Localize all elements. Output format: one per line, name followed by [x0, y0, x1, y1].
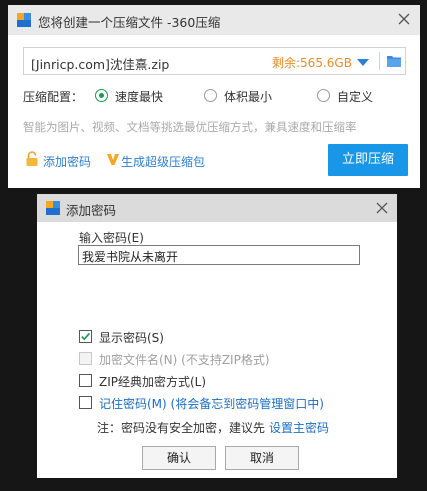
add-password-dialog: 添加密码 输入密码(E) 我爱书院从未离开 显示密码(S) 加密文件名(N) (…: [37, 194, 397, 478]
radio-custom[interactable]: [317, 89, 330, 102]
show-password-checkbox[interactable]: [79, 330, 92, 343]
radio-smallest-label[interactable]: 体积最小: [224, 88, 272, 105]
show-password-label[interactable]: 显示密码(S): [99, 329, 164, 346]
app-logo-icon: [17, 13, 31, 27]
compress-window: 您将创建一个压缩文件 -360压缩 [Jinricp.com]沈佳熹.zip 剩…: [8, 5, 420, 188]
app-logo-icon: [46, 201, 60, 215]
password-input[interactable]: 我爱书院从未离开: [78, 245, 360, 265]
cancel-button[interactable]: 取消: [225, 446, 299, 470]
ok-button[interactable]: 确认: [142, 446, 216, 470]
encrypt-filenames-label[interactable]: 加密文件名(N) (不支持ZIP格式): [99, 351, 270, 368]
security-note: 注：密码没有安全加密，建议先: [97, 421, 266, 435]
add-password-link[interactable]: 添加密码: [43, 153, 91, 170]
folder-icon[interactable]: [386, 54, 402, 68]
remember-password-checkbox[interactable]: [79, 396, 92, 409]
vip-icon: [106, 152, 120, 166]
config-label: 压缩配置：: [23, 90, 84, 104]
generate-super-archive-link[interactable]: 生成超级压缩包: [121, 153, 205, 170]
zip-classic-encryption-checkbox[interactable]: [79, 374, 92, 387]
radio-smallest[interactable]: [204, 89, 217, 102]
compress-now-button[interactable]: 立即压缩: [328, 144, 408, 176]
title-bar: 您将创建一个压缩文件 -360压缩: [8, 5, 420, 35]
dialog-title-bar: 添加密码: [37, 194, 397, 222]
set-master-password-link[interactable]: 设置主密码: [269, 419, 329, 436]
password-value: 我爱书院从未离开: [82, 250, 179, 264]
window-title: 您将创建一个压缩文件 -360压缩: [38, 15, 221, 30]
output-path-field[interactable]: [Jinricp.com]沈佳熹.zip 剩余:565.6GB: [23, 47, 406, 75]
remember-password-label[interactable]: 记住密码(M) (将会备忘到密码管理窗口中): [99, 395, 324, 412]
radio-custom-label[interactable]: 自定义: [337, 88, 373, 105]
lock-icon[interactable]: [25, 151, 39, 167]
chevron-down-icon[interactable]: [357, 59, 369, 66]
close-icon[interactable]: [397, 12, 413, 28]
radio-fastest[interactable]: [95, 89, 108, 102]
dialog-title: 添加密码: [66, 203, 117, 218]
password-input-label: 输入密码(E): [79, 231, 144, 245]
output-path-text: [Jinricp.com]沈佳熹.zip: [31, 57, 170, 72]
free-space-label: 剩余:565.6GB: [272, 56, 352, 70]
close-icon[interactable]: [375, 201, 391, 217]
radio-fastest-label[interactable]: 速度最快: [115, 88, 163, 105]
zip-classic-encryption-label[interactable]: ZIP经典加密方式(L): [99, 373, 206, 390]
encrypt-filenames-checkbox[interactable]: [79, 352, 92, 365]
divider: [379, 52, 380, 70]
compression-hint: 智能为图片、视频、文档等挑选最优压缩方式，兼具速度和压缩率: [23, 120, 357, 134]
